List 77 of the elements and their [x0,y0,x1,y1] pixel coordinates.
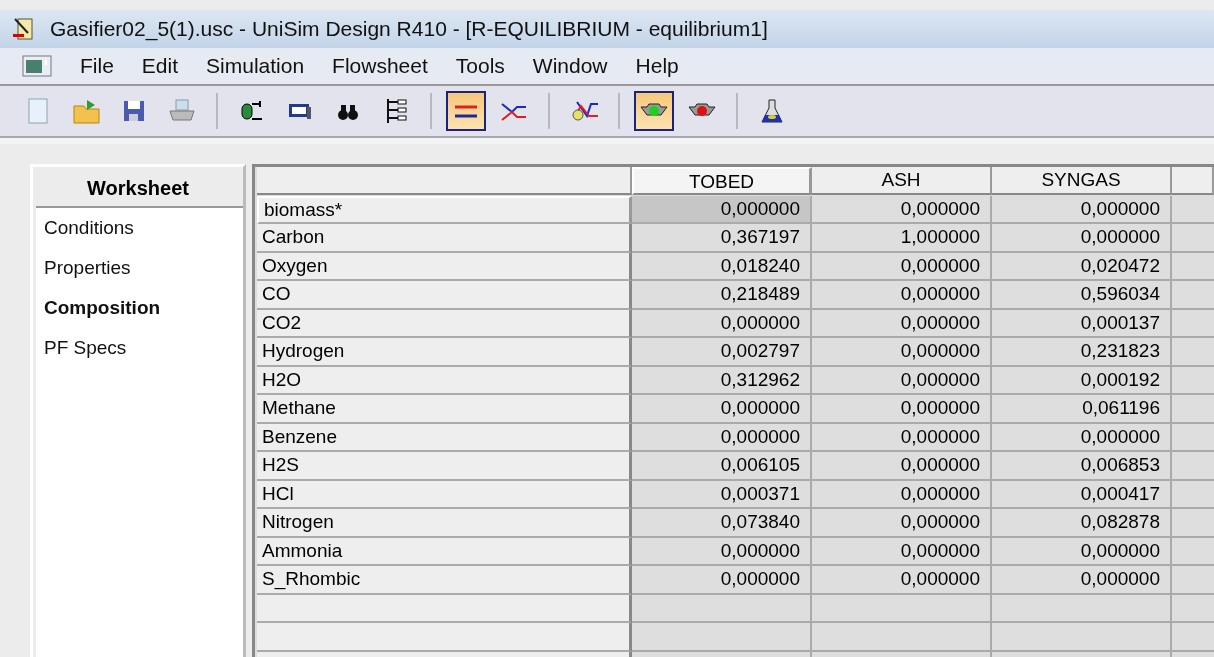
table-cell: 0,000000 [812,366,992,395]
page-tab[interactable]: Composition [44,294,243,334]
row-header[interactable]: Hydrogen [257,338,632,367]
table-cell: 0,020472 [992,252,1172,281]
table-cell: 0,000000 [812,566,992,595]
table-cell: 0,082878 [992,509,1172,538]
menu-item[interactable]: Flowsheet [318,54,442,78]
table-cell: 0,006853 [992,452,1172,481]
table-cell: 0,218489 [632,281,812,310]
table-cell: 1,000000 [812,224,992,253]
table-cell: 0,000000 [632,195,812,224]
page-tab[interactable]: PF Specs [44,334,243,374]
column-header[interactable]: TOBED [632,167,812,195]
app-icon [12,17,36,41]
table-cell: 0,000000 [632,566,812,595]
table-cell: 0,000000 [632,537,812,566]
table-cell: 0,000417 [992,480,1172,509]
table-cell: 0,000000 [992,195,1172,224]
column-header[interactable]: SYNGAS [992,167,1172,195]
table-cell: 0,073840 [632,509,812,538]
row-header[interactable]: Nitrogen [257,509,632,538]
menu-item[interactable]: Help [621,54,693,78]
header-cell [1172,167,1214,195]
toolbar-button[interactable] [446,91,486,131]
window-title: Gasifier02_5(1).usc - UniSim Design R410 - [R-EQUILIBRIUM - equilibrium1] [50,17,768,41]
panel-title: Worksheet [86,176,190,201]
table-cell: 0,000000 [632,395,812,424]
row-header[interactable]: biomass* [257,195,632,224]
row-header[interactable]: HCl [257,480,632,509]
table-cell: 0,000000 [812,338,992,367]
table-cell: 0,000000 [812,452,992,481]
table-cell: 0,000192 [992,366,1172,395]
row-header[interactable]: Benzene [257,423,632,452]
menu-item[interactable]: Tools [441,54,519,78]
table-cell: 0,000000 [992,566,1172,595]
row-header[interactable]: CO [257,281,632,310]
table-cell: 0,018240 [632,252,812,281]
table-cell: 0,596034 [992,281,1172,310]
table-cell: 0,000000 [812,252,992,281]
table-cell: 0,231823 [992,338,1172,367]
row-header[interactable]: Carbon [257,224,632,253]
table-cell: 0,000000 [632,423,812,452]
table-cell: 0,000000 [992,224,1172,253]
row-header[interactable]: S_Rhombic [257,566,632,595]
row-header[interactable]: H2S [257,452,632,481]
table-cell: 0,367197 [632,224,812,253]
table-cell: 0,000000 [992,423,1172,452]
table-cell: 0,000000 [812,395,992,424]
table-cell: 0,000000 [992,537,1172,566]
page-tab[interactable]: Properties [44,254,243,294]
row-header[interactable]: H2O [257,366,632,395]
menu-item[interactable]: Window [518,54,622,78]
row-header[interactable]: Methane [257,395,632,424]
page-tab[interactable]: Conditions [44,214,243,254]
table-cell: 0,000000 [812,309,992,338]
table-cell: 0,061196 [992,395,1172,424]
menu-item[interactable]: Edit [127,54,193,78]
table-cell: 0,000000 [812,509,992,538]
table-cell: 0,000000 [812,281,992,310]
table-cell: 0,000137 [992,309,1172,338]
table-cell: 0,000000 [812,480,992,509]
menu-item[interactable]: Simulation [192,54,319,78]
menu-item[interactable]: File [66,54,128,78]
row-header[interactable]: Ammonia [257,537,632,566]
row-header[interactable]: Oxygen [257,252,632,281]
table-cell: 0,000000 [812,195,992,224]
table-cell: 0,006105 [632,452,812,481]
table-cell: 0,000000 [812,423,992,452]
table-cell: 0,002797 [632,338,812,367]
column-header[interactable]: ASH [812,167,992,195]
toolbar-button[interactable] [634,91,674,131]
table-cell: 0,000000 [812,537,992,566]
table-cell: 0,000371 [632,480,812,509]
document-icon [22,55,52,77]
table-cell: 0,000000 [632,309,812,338]
table-cell: 0,312962 [632,366,812,395]
row-header[interactable]: CO2 [257,309,632,338]
